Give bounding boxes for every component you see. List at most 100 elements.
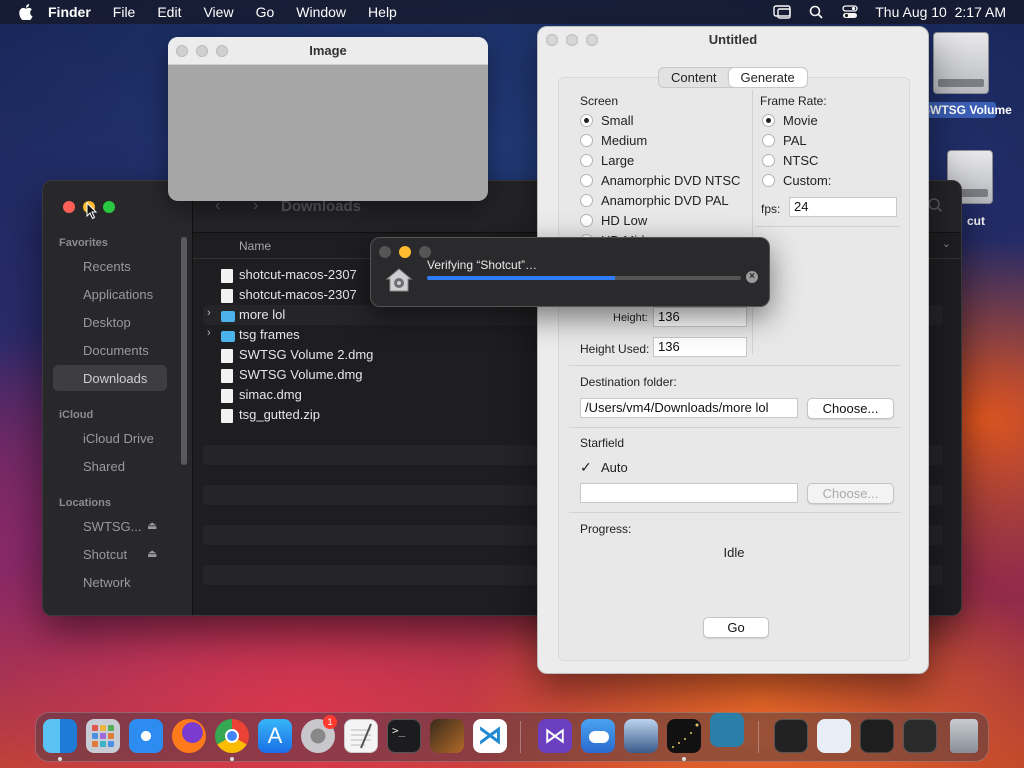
finder-icon[interactable] [43, 719, 77, 753]
mouse-cursor-icon [86, 201, 98, 223]
menu-app-finder[interactable]: Finder [48, 4, 91, 20]
window-thumbnail-icon[interactable] [903, 719, 937, 753]
frame-rate-option-ntsc[interactable]: NTSC [762, 153, 818, 168]
eject-icon[interactable]: ⏏ [147, 547, 157, 560]
close-icon[interactable] [63, 201, 75, 213]
sidebar-item-icloud-drive[interactable]: iCloud Drive [83, 431, 154, 446]
minimize-icon[interactable] [196, 45, 208, 57]
close-icon[interactable] [379, 246, 391, 258]
screen-option-anamorphic-ntsc[interactable]: Anamorphic DVD NTSC [580, 173, 740, 188]
trash-icon[interactable] [950, 719, 978, 753]
window-thumbnail-icon[interactable] [774, 719, 808, 753]
go-button[interactable]: Go [703, 617, 769, 638]
zoom-icon[interactable] [103, 201, 115, 213]
starfield-auto-checkbox[interactable]: ✓ Auto [580, 460, 628, 475]
starfield-app-icon[interactable] [667, 719, 701, 753]
sidebar-item-documents[interactable]: Documents [83, 343, 149, 358]
tab-content[interactable]: Content [659, 68, 729, 87]
zoom-icon[interactable] [586, 34, 598, 46]
tab-generate[interactable]: Generate [728, 68, 807, 87]
sidebar-item-desktop[interactable]: Desktop [83, 315, 131, 330]
desktop-icon-swtsg-volume[interactable]: SWTSG Volume [920, 32, 1012, 118]
chrome-icon[interactable] [215, 719, 249, 753]
sidebar-item-shotcut[interactable]: Shotcut [83, 547, 127, 562]
eject-icon[interactable]: ⏏ [147, 519, 157, 532]
vscode-icon[interactable]: ⋊ [473, 719, 507, 753]
spotlight-search-icon[interactable] [807, 4, 825, 20]
sidebar-item-downloads[interactable]: Downloads [83, 371, 147, 386]
fps-input[interactable]: 24 [789, 197, 897, 217]
screen-option-hd-low[interactable]: HD Low [580, 213, 647, 228]
system-settings-icon[interactable]: 1 [301, 715, 337, 753]
menu-file[interactable]: File [113, 4, 136, 20]
radio-button[interactable] [580, 214, 593, 227]
screen-option-large[interactable]: Large [580, 153, 634, 168]
menu-go[interactable]: Go [256, 4, 275, 20]
sidebar-item-network[interactable]: Network [83, 575, 131, 590]
cancel-icon[interactable]: × [746, 271, 758, 283]
disclosure-chevron-icon[interactable]: › [207, 327, 211, 339]
destination-folder-input[interactable]: /Users/vm4/Downloads/more lol [580, 398, 798, 418]
radio-button[interactable] [762, 114, 775, 127]
apple-icon[interactable] [16, 2, 36, 22]
sidebar-item-applications[interactable]: Applications [83, 287, 153, 302]
menu-clock[interactable]: Thu Aug 10 2:17 AM [875, 4, 1006, 20]
destination-choose-button[interactable]: Choose... [807, 398, 894, 419]
preview-icon[interactable] [624, 719, 658, 753]
textedit-icon[interactable] [344, 719, 378, 753]
minimize-icon[interactable] [566, 34, 578, 46]
close-icon[interactable] [546, 34, 558, 46]
app-store-icon[interactable]: A [258, 719, 292, 753]
radio-button[interactable] [580, 134, 593, 147]
zoom-icon[interactable] [216, 45, 228, 57]
firefox-icon[interactable] [172, 719, 206, 753]
chevron-down-icon[interactable]: ⌄ [942, 237, 951, 250]
close-icon[interactable] [176, 45, 188, 57]
radio-button[interactable] [762, 134, 775, 147]
checkmark-icon[interactable]: ✓ [580, 460, 593, 474]
weather-icon[interactable] [581, 719, 615, 753]
window-thumbnail-icon[interactable] [860, 719, 894, 753]
radio-button[interactable] [580, 194, 593, 207]
garageband-icon[interactable] [430, 719, 464, 753]
file-name: tsg frames [239, 327, 300, 342]
radio-button[interactable] [762, 174, 775, 187]
disclosure-chevron-icon[interactable]: › [207, 307, 211, 319]
menu-window[interactable]: Window [296, 4, 346, 20]
starfield-path-input[interactable] [580, 483, 798, 503]
height-input[interactable]: 136 [653, 307, 747, 327]
visual-studio-icon[interactable]: ⋈ [538, 719, 572, 753]
menu-view[interactable]: View [203, 4, 233, 20]
generic-app-icon[interactable] [710, 713, 744, 747]
terminal-icon[interactable]: >_ [387, 719, 421, 753]
untitled-titlebar[interactable]: Untitled [538, 27, 928, 53]
image-window-titlebar[interactable]: Image [168, 37, 488, 65]
menu-help[interactable]: Help [368, 4, 397, 20]
verify-progress-bar [427, 276, 741, 280]
starfield-choose-button[interactable]: Choose... [807, 483, 894, 504]
radio-button[interactable] [580, 154, 593, 167]
search-icon[interactable] [927, 197, 943, 216]
radio-button[interactable] [580, 114, 593, 127]
control-center-icon[interactable] [841, 4, 859, 20]
frame-rate-option-pal[interactable]: PAL [762, 133, 807, 148]
frame-rate-option-movie[interactable]: Movie [762, 113, 818, 128]
sidebar-scrollbar[interactable] [181, 237, 187, 465]
radio-button[interactable] [580, 174, 593, 187]
sidebar-item-recents[interactable]: Recents [83, 259, 131, 274]
screen-option-small[interactable]: Small [580, 113, 634, 128]
safari-icon[interactable] [129, 719, 163, 753]
height-used-input[interactable]: 136 [653, 337, 747, 357]
window-thumbnail-icon[interactable] [817, 719, 851, 753]
menu-edit[interactable]: Edit [157, 4, 181, 20]
launchpad-icon[interactable] [86, 719, 120, 753]
screen-option-medium[interactable]: Medium [580, 133, 647, 148]
minimize-icon[interactable] [399, 246, 411, 258]
zoom-icon[interactable] [419, 246, 431, 258]
frame-rate-option-custom[interactable]: Custom: [762, 173, 831, 188]
sidebar-item-shared[interactable]: Shared [83, 459, 125, 474]
screen-option-anamorphic-pal[interactable]: Anamorphic DVD PAL [580, 193, 729, 208]
screen-mirroring-icon[interactable] [773, 4, 791, 20]
radio-button[interactable] [762, 154, 775, 167]
sidebar-item-swtsg[interactable]: SWTSG... [83, 519, 142, 534]
